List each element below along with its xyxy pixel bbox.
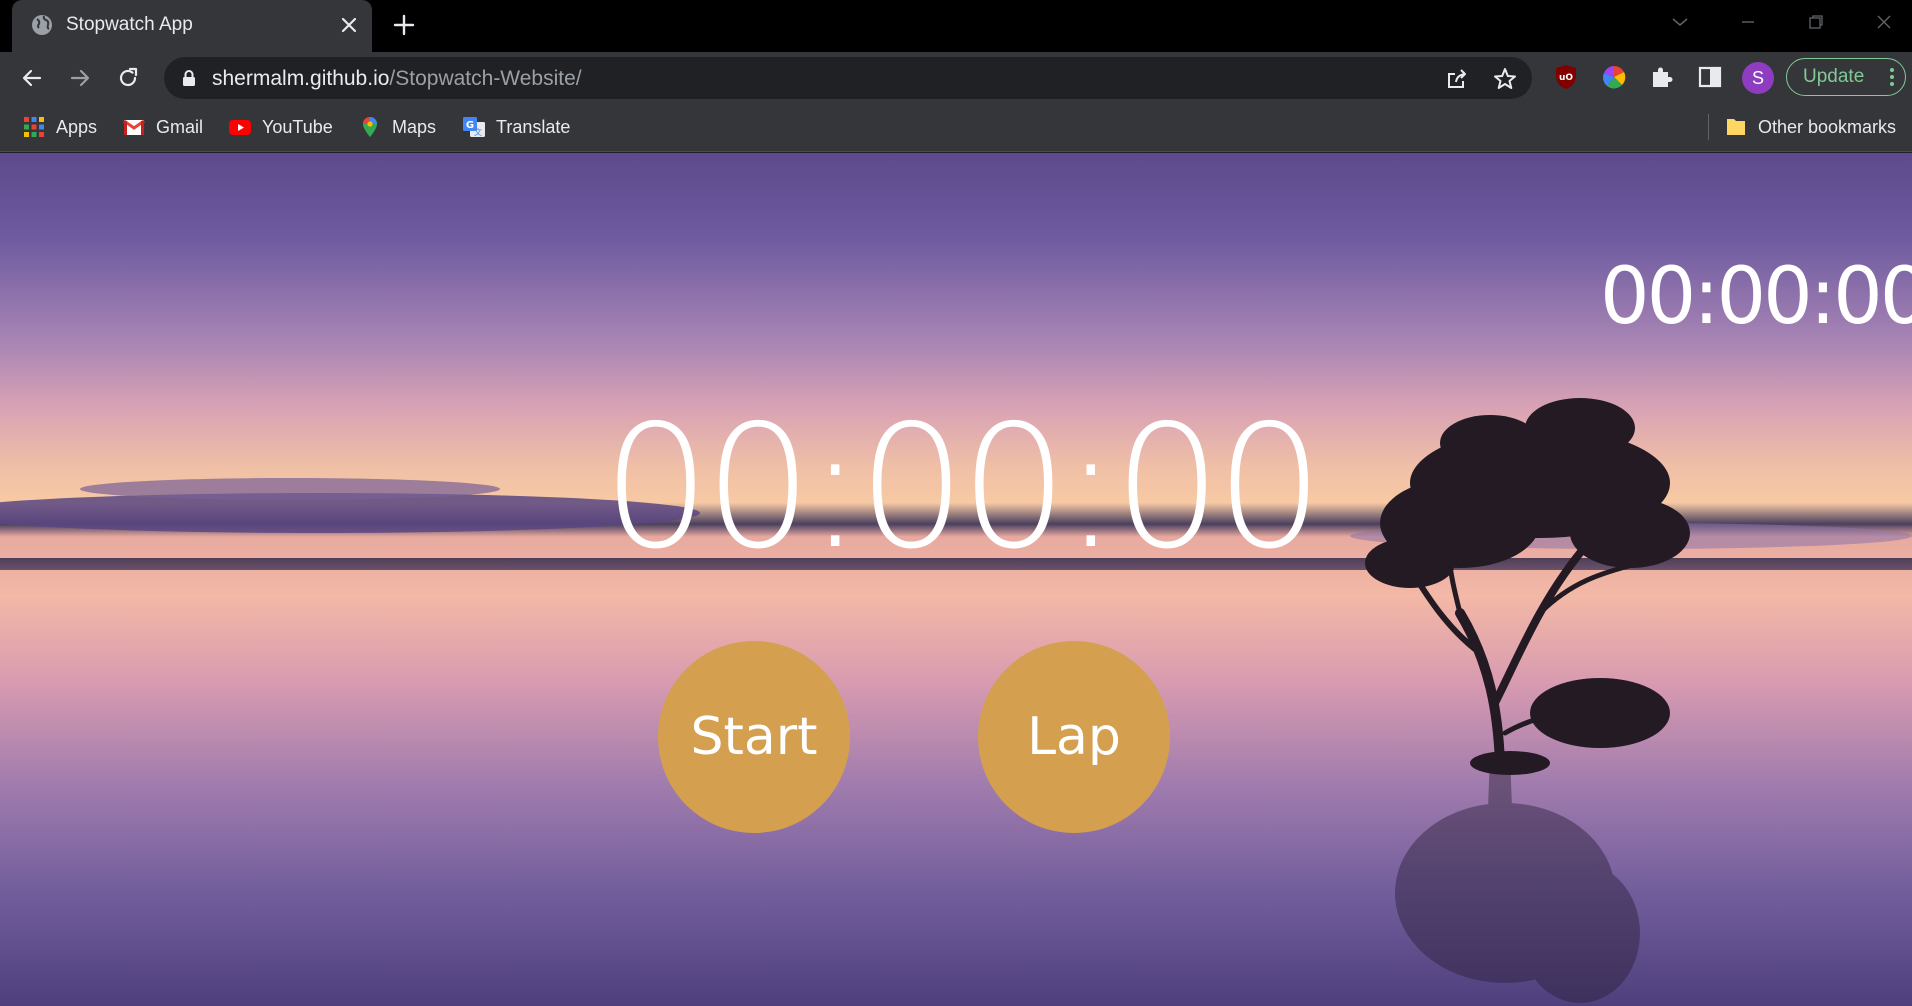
share-icon[interactable] [1444,66,1470,92]
cloud-band [80,478,500,500]
address-bar[interactable]: shermalm.github.io/Stopwatch-Website/ [164,57,1532,99]
stopwatch-page: 00:00:00 00:00:00 Start Lap [0,153,1912,1006]
tab-strip: Stopwatch App [0,0,1912,52]
svg-text:uO: uO [1559,73,1573,83]
bookmark-label: Maps [392,116,437,137]
bookmark-label: Translate [496,116,571,137]
extensions-puzzle-icon[interactable] [1648,63,1676,91]
url-host: shermalm.github.io [212,67,390,90]
lap-button[interactable]: Lap [978,641,1170,833]
globe-icon [32,15,52,35]
svg-text:文: 文 [474,127,482,137]
bookmark-apps[interactable]: Apps [22,114,97,140]
other-bookmarks[interactable]: Other bookmarks [1724,114,1896,140]
profile-avatar[interactable]: S [1742,62,1774,94]
close-window-icon[interactable] [1868,8,1900,36]
tab-stopwatch-app[interactable]: Stopwatch App [12,0,372,52]
tab-search-icon[interactable] [1664,8,1696,36]
apps-grid-icon [24,117,44,137]
reload-icon[interactable] [112,62,144,94]
url-text[interactable]: shermalm.github.io/Stopwatch-Website/ [212,67,582,91]
url-path: /Stopwatch-Website/ [389,67,582,90]
bookmark-translate[interactable]: G 文 Translate [462,114,570,140]
lock-icon[interactable] [180,69,198,87]
minimize-icon[interactable] [1732,8,1764,36]
bookmark-gmail[interactable]: Gmail [122,114,203,140]
lap-time-display: 00:00:00 [1600,252,1912,342]
back-icon[interactable] [16,62,48,94]
bookmarks-bar: Apps Gmail YouTube Maps G 文 Translate Ot… [0,102,1912,152]
main-time-display: 00:00:00 [602,389,1324,587]
other-bookmarks-label: Other bookmarks [1758,116,1897,137]
youtube-icon [229,120,251,135]
more-menu-icon[interactable] [1889,67,1895,87]
folder-icon [1727,119,1745,135]
bookmark-youtube[interactable]: YouTube [228,114,333,140]
bookmarks-divider [1708,114,1709,140]
color-picker-extension-icon[interactable] [1600,63,1628,91]
side-panel-icon[interactable] [1696,63,1724,91]
gmail-icon [123,119,145,135]
new-tab-icon[interactable] [392,13,416,37]
bookmark-label: Gmail [156,116,204,137]
tab-title: Stopwatch App [66,14,193,35]
ublock-origin-icon[interactable]: uO [1552,63,1580,91]
update-button[interactable]: Update [1786,58,1906,96]
update-label: Update [1803,66,1865,87]
bookmark-star-icon[interactable] [1492,66,1518,92]
bookmark-maps[interactable]: Maps [358,114,436,140]
bookmark-label: YouTube [262,116,333,137]
svg-text:G: G [466,120,474,131]
browser-toolbar: shermalm.github.io/Stopwatch-Website/ uO… [0,52,1912,102]
restore-icon[interactable] [1800,8,1832,36]
close-tab-icon[interactable] [338,14,360,36]
translate-icon: G 文 [463,117,485,137]
bookmark-label: Apps [56,116,98,137]
maps-pin-icon [363,117,377,137]
tree-silhouette-icon [1365,398,1690,1003]
start-button[interactable]: Start [658,641,850,833]
forward-icon[interactable] [64,62,96,94]
